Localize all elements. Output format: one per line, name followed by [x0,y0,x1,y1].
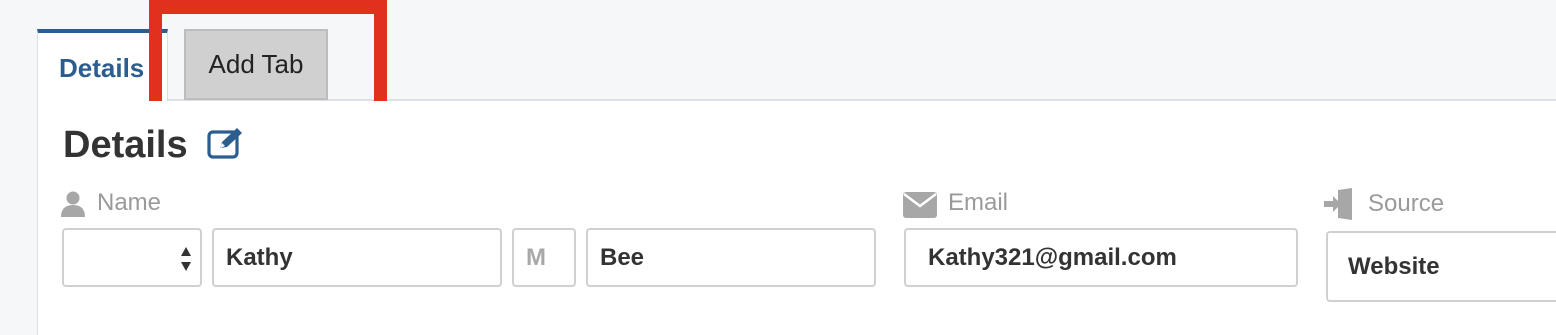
tab-details-label: Details [59,53,145,83]
name-prefix-select[interactable] [62,228,202,287]
source-label: Source [1368,190,1445,217]
add-tab-button[interactable]: Add Tab [184,29,328,100]
sign-in-icon [1324,188,1352,220]
page: Details Add Tab Details Name Kathy M Bee… [0,0,1556,335]
tab-details[interactable]: Details [37,29,168,102]
edit-icon[interactable] [206,126,244,160]
middle-initial-field[interactable]: M [512,228,576,287]
email-label: Email [948,189,1009,216]
email-field[interactable]: Kathy321@gmail.com [904,228,1298,287]
select-arrows-icon [181,247,191,271]
user-icon [61,191,85,217]
envelope-icon [903,192,937,218]
last-name-field[interactable]: Bee [586,228,876,287]
source-field[interactable]: Website [1326,231,1556,302]
first-name-field[interactable]: Kathy [212,228,502,287]
section-title: Details [63,124,188,166]
name-label: Name [97,189,162,216]
